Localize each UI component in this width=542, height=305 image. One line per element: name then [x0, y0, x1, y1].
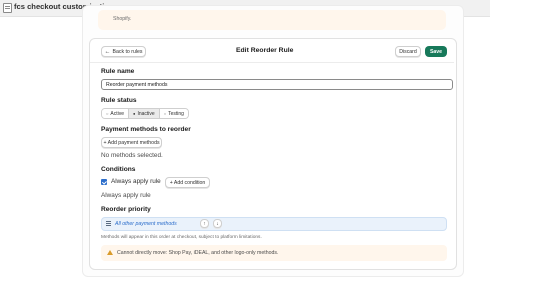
top-notice: Shopify. [98, 10, 446, 30]
add-payment-methods-button[interactable]: + Add payment methods [101, 137, 162, 148]
status-option-active[interactable]: ○ Active [102, 109, 130, 118]
move-up-button[interactable]: ↑ [200, 219, 209, 228]
radio-dot-icon: ○ [163, 111, 167, 116]
arrow-left-icon: ← [104, 48, 111, 55]
radio-dot-selected-icon: ● [133, 111, 136, 116]
discard-button[interactable]: Discard [395, 46, 421, 57]
warning-icon [107, 250, 113, 255]
always-apply-checkbox[interactable] [101, 179, 107, 185]
back-button-label: Back to rules [112, 48, 143, 55]
app-window-icon [3, 3, 12, 13]
always-apply-label: Always apply rule [111, 178, 161, 185]
priority-item-label: All other payment methods [115, 221, 177, 227]
rule-name-heading: Rule name [101, 68, 135, 75]
drag-handle-icon[interactable] [106, 221, 111, 222]
move-down-button[interactable]: ↓ [213, 219, 222, 228]
save-button[interactable]: Save [425, 46, 447, 57]
status-option-inactive[interactable]: ● Inactive [129, 109, 160, 118]
payment-methods-heading: Payment methods to reorder [101, 126, 191, 133]
radio-dot-icon: ○ [106, 111, 109, 116]
rule-name-input[interactable] [101, 79, 453, 90]
header-divider [90, 62, 454, 63]
rule-status-heading: Rule status [101, 97, 137, 104]
conditions-summary: Always apply rule [101, 192, 151, 199]
conditions-heading: Conditions [101, 166, 136, 173]
rule-status-segmented-control: ○ Active ● Inactive ○ Testing [101, 108, 189, 119]
add-condition-button[interactable]: + Add condition [165, 177, 210, 188]
status-option-testing[interactable]: ○ Testing [159, 109, 188, 118]
reorder-priority-heading: Reorder priority [101, 206, 151, 213]
page-title: Edit Reorder Rule [236, 47, 294, 54]
status-option-label: Testing [168, 110, 184, 117]
back-to-rules-button[interactable]: ← Back to rules [101, 46, 146, 57]
priority-help-text: Methods will appear in this order at che… [101, 235, 262, 240]
no-methods-text: No methods selected. [101, 152, 163, 159]
top-notice-text: Shopify. [113, 16, 132, 22]
warning-text: Cannot directly move: Shop Pay, iDEAL, a… [117, 250, 279, 256]
status-option-label: Active [110, 110, 125, 117]
status-option-label: Inactive [137, 110, 155, 117]
